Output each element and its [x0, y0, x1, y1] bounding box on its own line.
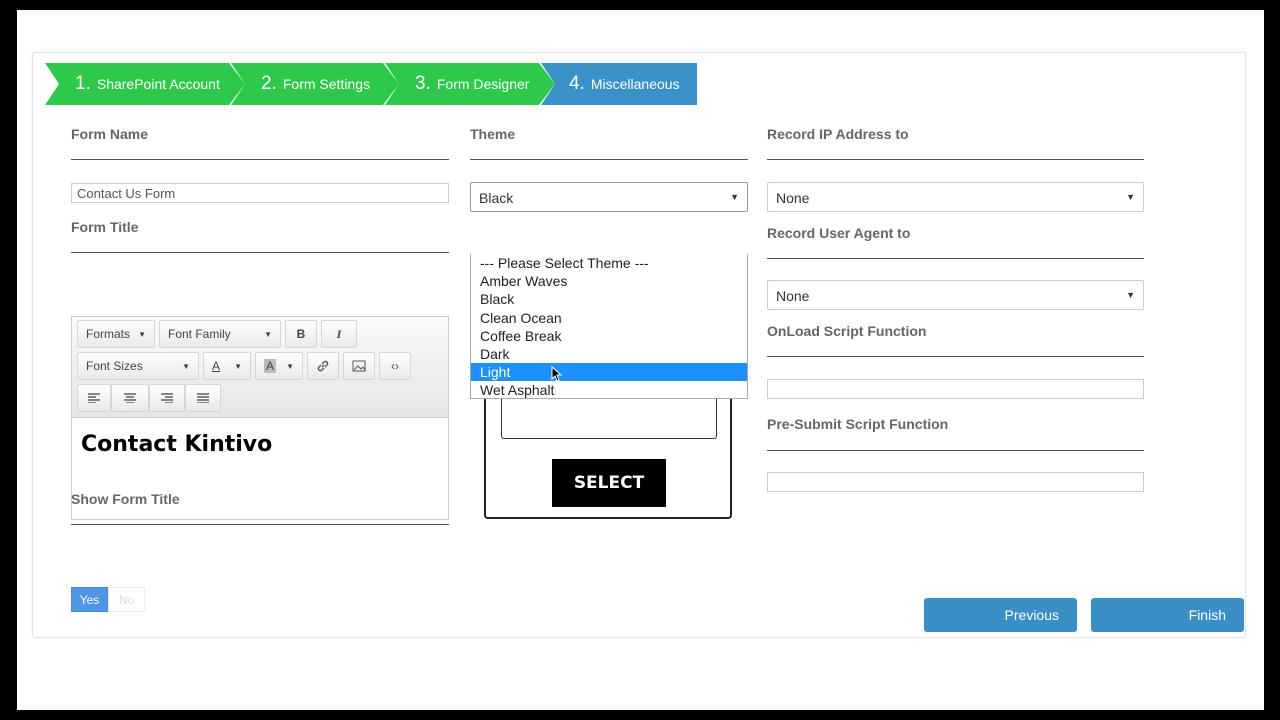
step-miscellaneous[interactable]: 4. Miscellaneous — [541, 63, 697, 105]
chevron-down-icon: ▼ — [730, 192, 739, 202]
theme-option[interactable]: Coffee Break — [471, 327, 747, 345]
align-right-icon — [161, 393, 173, 403]
theme-preview: SELECT — [484, 399, 732, 519]
align-center-button[interactable] — [111, 384, 149, 412]
presubmit-script-label: Pre-Submit Script Function — [767, 416, 949, 432]
formats-label: Formats — [86, 327, 131, 341]
chevron-down-icon: ▼ — [234, 361, 242, 371]
record-ip-value: None — [776, 190, 810, 206]
record-ip-label: Record IP Address to — [767, 126, 909, 142]
wizard-card: 1. SharePoint Account 2. Form Settings 3… — [32, 52, 1246, 638]
font-family-label: Font Family — [168, 327, 231, 341]
divider — [71, 159, 449, 160]
form-title-label: Form Title — [71, 219, 139, 235]
divider — [767, 356, 1144, 357]
theme-option-highlighted[interactable]: Light — [471, 363, 747, 382]
show-form-title-toggle: Yes No — [71, 587, 145, 612]
step-sharepoint-account[interactable]: 1. SharePoint Account — [45, 63, 245, 105]
finish-button[interactable]: Finish — [1091, 598, 1244, 632]
link-icon — [317, 360, 329, 372]
step-form-designer[interactable]: 3. Form Designer — [385, 63, 555, 105]
onload-script-input[interactable] — [767, 379, 1144, 399]
record-user-agent-select[interactable]: None ▼ — [767, 280, 1144, 310]
align-left-icon — [88, 393, 100, 403]
rich-text-editor: Formats ▼ Font Family ▼ B I Font Sizes ▼ A ▼… — [71, 316, 449, 520]
bold-button[interactable]: B — [285, 320, 317, 348]
divider — [767, 159, 1144, 160]
theme-selected-value: Black — [479, 190, 514, 206]
theme-dropdown-list: --- Please Select Theme --- Amber Waves … — [470, 254, 748, 399]
theme-option[interactable]: Amber Waves — [471, 272, 747, 290]
step-number: 2. — [261, 73, 277, 94]
record-ip-select[interactable]: None ▼ — [767, 182, 1144, 212]
form-name-input[interactable] — [71, 183, 449, 203]
record-user-agent-label: Record User Agent to — [767, 225, 911, 241]
background-color-button[interactable]: A ▼ — [255, 352, 303, 380]
step-number: 1. — [75, 73, 91, 94]
preview-select-button: SELECT — [552, 459, 666, 507]
image-button[interactable] — [343, 352, 375, 380]
form-name-label: Form Name — [71, 126, 149, 142]
step-label: Form Settings — [282, 76, 370, 92]
align-justify-icon — [197, 393, 209, 403]
divider — [71, 524, 449, 525]
theme-select[interactable]: Black ▼ — [470, 182, 748, 212]
step-form-settings[interactable]: 2. Form Settings — [231, 63, 399, 105]
chevron-down-icon: ▼ — [182, 361, 190, 371]
divider — [470, 159, 748, 160]
editor-toolbar: Formats ▼ Font Family ▼ B I Font Sizes ▼ A ▼… — [72, 317, 448, 418]
font-family-dropdown[interactable]: Font Family ▼ — [159, 320, 281, 348]
mouse-cursor-icon — [551, 366, 563, 382]
align-center-icon — [124, 393, 136, 403]
align-left-button[interactable] — [77, 384, 111, 412]
formats-dropdown[interactable]: Formats ▼ — [77, 320, 155, 348]
presubmit-script-input[interactable] — [767, 472, 1144, 492]
show-form-title-label: Show Form Title — [71, 491, 180, 507]
step-label: Form Designer — [436, 76, 530, 92]
image-icon — [352, 360, 366, 372]
font-color-button[interactable]: A ▼ — [203, 352, 251, 380]
divider — [767, 258, 1144, 259]
toggle-yes[interactable]: Yes — [71, 587, 108, 612]
chevron-down-icon: ▼ — [264, 329, 272, 339]
chevron-down-icon: ▼ — [1126, 290, 1135, 300]
step-number: 4. — [569, 73, 585, 94]
align-justify-button[interactable] — [185, 384, 221, 412]
previous-button[interactable]: Previous — [924, 598, 1077, 632]
theme-option[interactable]: --- Please Select Theme --- — [471, 254, 747, 272]
step-label: Miscellaneous — [590, 76, 680, 92]
theme-option[interactable]: Dark — [471, 345, 747, 363]
step-number: 3. — [415, 73, 431, 94]
chevron-down-icon: ▼ — [138, 329, 146, 339]
onload-script-label: OnLoad Script Function — [767, 323, 927, 339]
divider — [71, 252, 449, 253]
toggle-no[interactable]: No — [108, 587, 145, 612]
link-button[interactable] — [307, 352, 339, 380]
chevron-down-icon: ▼ — [286, 361, 294, 371]
font-sizes-label: Font Sizes — [86, 359, 143, 373]
editor-content[interactable]: Contact Kintivo — [81, 432, 272, 457]
chevron-down-icon: ▼ — [1126, 192, 1135, 202]
theme-option[interactable]: Clean Ocean — [471, 309, 747, 327]
code-button[interactable]: ‹› — [379, 352, 411, 380]
align-right-button[interactable] — [149, 384, 185, 412]
italic-button[interactable]: I — [321, 320, 357, 348]
theme-option[interactable]: Black — [471, 290, 747, 308]
step-label: SharePoint Account — [96, 76, 220, 92]
record-user-agent-value: None — [776, 288, 810, 304]
screen: 1. SharePoint Account 2. Form Settings 3… — [17, 10, 1264, 710]
preview-input — [501, 399, 717, 439]
theme-label: Theme — [470, 126, 516, 142]
background-color-icon: A — [264, 359, 277, 373]
theme-option[interactable]: Wet Asphalt — [471, 381, 747, 399]
font-sizes-dropdown[interactable]: Font Sizes ▼ — [77, 352, 199, 380]
font-color-icon: A — [212, 359, 221, 373]
divider — [767, 450, 1144, 451]
